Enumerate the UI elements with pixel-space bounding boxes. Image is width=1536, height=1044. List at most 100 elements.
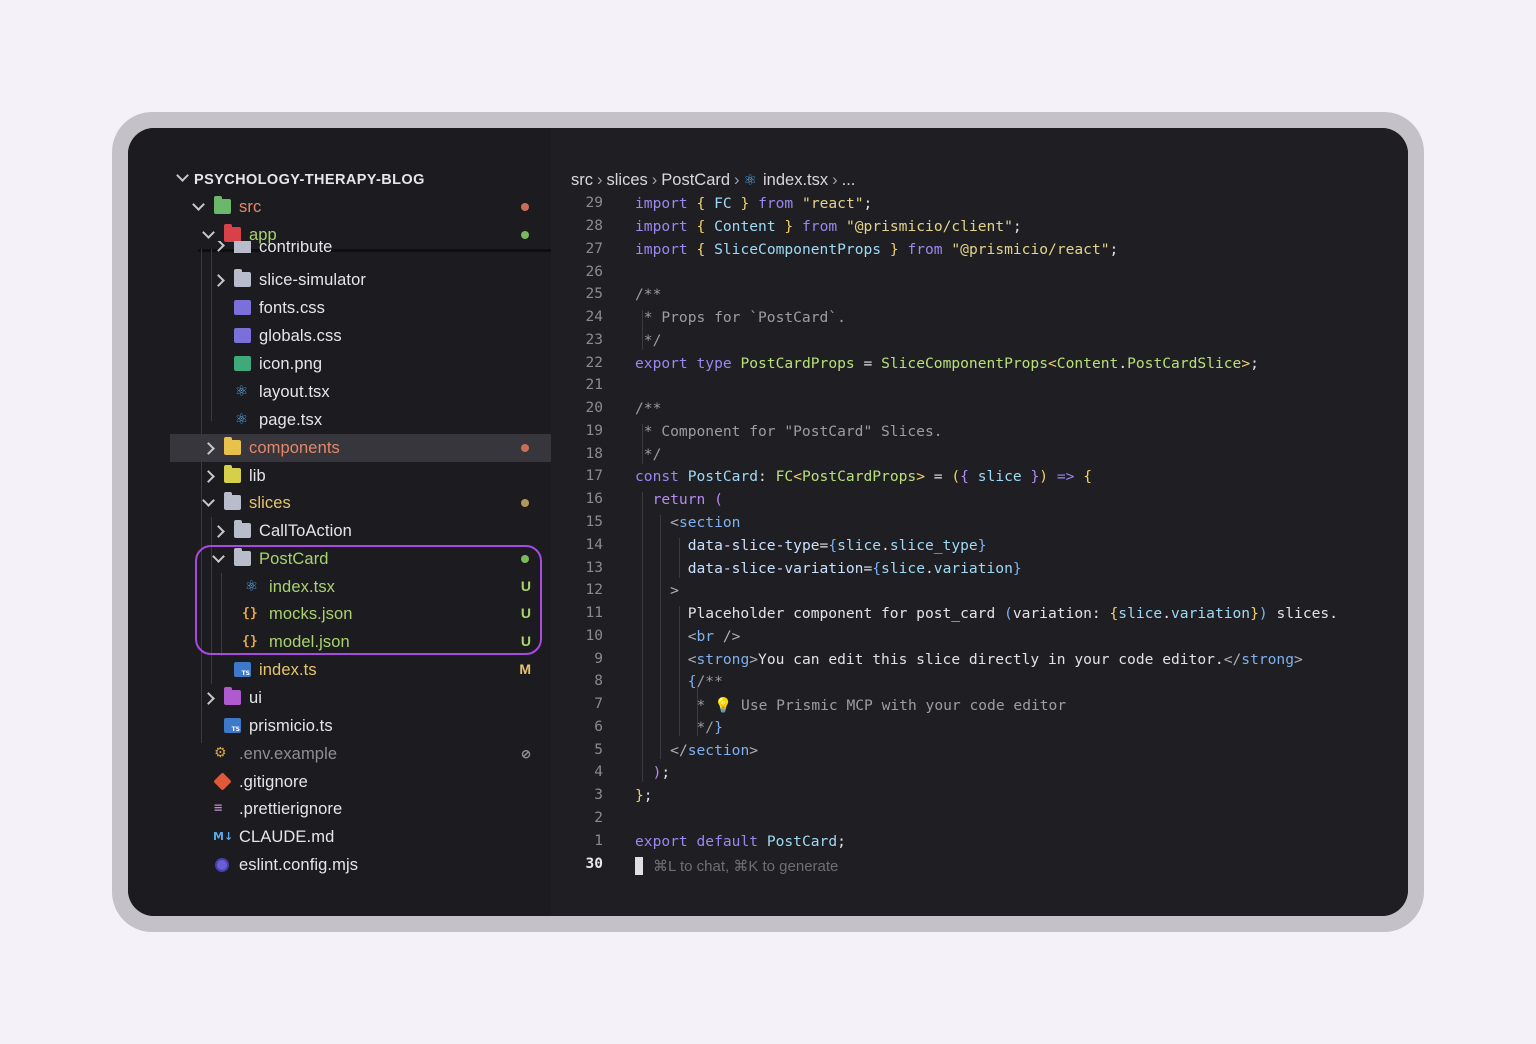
line-number: 8 bbox=[594, 673, 603, 689]
chevron-down-icon[interactable] bbox=[202, 494, 215, 507]
typescript-file-icon bbox=[234, 662, 251, 677]
tree-item-gitignore[interactable]: .gitignore bbox=[128, 768, 551, 796]
chevron-right-icon: › bbox=[734, 171, 740, 189]
chevron-right-icon[interactable] bbox=[202, 442, 215, 455]
chevron-down-icon[interactable] bbox=[176, 169, 189, 182]
code-line: export type PostCardProps = SliceCompone… bbox=[635, 355, 1259, 372]
code-line: data-slice-variation={slice.variation} bbox=[687, 560, 1022, 577]
tree-item-prettierignore[interactable]: ≡ .prettierignore bbox=[128, 795, 551, 823]
code-line: */ bbox=[635, 332, 662, 349]
tree-item-label: prismicio.ts bbox=[249, 717, 333, 735]
code-line: > bbox=[670, 582, 679, 599]
tree-item-label: ui bbox=[249, 689, 263, 707]
line-number: 4 bbox=[594, 764, 603, 780]
css-file-icon bbox=[234, 300, 251, 315]
tree-item-icon-png[interactable]: icon.png bbox=[128, 350, 551, 378]
tree-item-prismicio-ts[interactable]: prismicio.ts bbox=[128, 712, 551, 740]
code-line: import { FC } from "react"; bbox=[635, 195, 873, 212]
tree-item-env-example[interactable]: ⚙ .env.example ⊘ bbox=[128, 740, 551, 768]
current-line-number: 30 bbox=[585, 856, 603, 872]
chevron-right-icon[interactable] bbox=[202, 692, 215, 705]
code-line: * Props for `PostCard`. bbox=[635, 309, 846, 326]
line-number: 13 bbox=[585, 560, 603, 576]
tree-item-lib[interactable]: lib bbox=[128, 462, 551, 490]
folder-src-icon bbox=[214, 196, 231, 214]
tree-item-index-ts[interactable]: index.ts M bbox=[128, 656, 551, 684]
line-number: 10 bbox=[585, 628, 603, 644]
tree-item-components[interactable]: components bbox=[170, 434, 551, 462]
breadcrumb-item[interactable]: index.tsx bbox=[763, 171, 828, 189]
code-line: Placeholder component for post_card (var… bbox=[635, 605, 1338, 622]
code-line: import { SliceComponentProps } from "@pr… bbox=[635, 241, 1119, 258]
project-title[interactable]: PSYCHOLOGY-THERAPY-BLOG bbox=[194, 172, 425, 188]
chevron-right-icon[interactable] bbox=[212, 241, 225, 252]
tree-item-label: layout.tsx bbox=[259, 383, 330, 401]
breadcrumb-item[interactable]: PostCard bbox=[661, 171, 730, 189]
tree-item-slices[interactable]: slices bbox=[128, 489, 551, 517]
text-cursor bbox=[635, 857, 643, 875]
typescript-file-icon bbox=[224, 718, 241, 733]
react-file-icon: ⚛ bbox=[743, 171, 757, 189]
react-file-icon: ⚛ bbox=[234, 382, 249, 400]
breadcrumb-item[interactable]: src bbox=[571, 171, 593, 189]
tree-item-label: globals.css bbox=[259, 327, 342, 345]
tree-item-label: eslint.config.mjs bbox=[239, 856, 359, 874]
line-number: 24 bbox=[585, 309, 603, 325]
chevron-right-icon[interactable] bbox=[212, 525, 225, 538]
folder-icon bbox=[234, 269, 251, 287]
code-line: /** bbox=[635, 286, 662, 303]
chevron-right-icon: › bbox=[832, 171, 838, 189]
breadcrumb-item[interactable]: ... bbox=[842, 171, 856, 189]
tree-item-src[interactable]: src bbox=[128, 193, 551, 221]
folder-ui-icon bbox=[224, 687, 241, 705]
tree-item-ui[interactable]: ui bbox=[128, 684, 551, 712]
chevron-right-icon: › bbox=[651, 171, 658, 189]
tree-item-label: index.ts bbox=[259, 661, 317, 679]
tree-item-contribute[interactable]: contribute bbox=[128, 241, 551, 253]
code-line: }; bbox=[635, 787, 653, 804]
line-number: 22 bbox=[585, 355, 603, 371]
line-number: 20 bbox=[585, 400, 603, 416]
line-number: 2 bbox=[594, 810, 603, 826]
tree-item-fonts-css[interactable]: fonts.css bbox=[128, 294, 551, 322]
git-status-badge: M bbox=[519, 661, 531, 677]
tree-item-label: .gitignore bbox=[239, 773, 308, 791]
code-line: import { Content } from "@prismicio/clie… bbox=[635, 218, 1022, 235]
line-number: 1 bbox=[594, 833, 603, 849]
markdown-icon: M↓ bbox=[213, 830, 234, 843]
status-dot bbox=[521, 499, 529, 507]
tree-item-page-tsx[interactable]: ⚛ page.tsx bbox=[128, 406, 551, 434]
tree-item-slice-simulator[interactable]: slice-simulator bbox=[128, 266, 551, 294]
line-number: 7 bbox=[594, 696, 603, 712]
git-icon bbox=[213, 772, 232, 791]
indent-guide bbox=[679, 606, 680, 736]
tree-item-label: slices bbox=[249, 494, 291, 512]
chevron-down-icon[interactable] bbox=[202, 226, 215, 239]
folder-lib-icon bbox=[224, 465, 241, 483]
code-line: data-slice-type={slice.slice_type} bbox=[687, 537, 987, 554]
chevron-right-icon[interactable] bbox=[212, 274, 225, 287]
chevron-down-icon[interactable] bbox=[192, 198, 205, 211]
chevron-right-icon: › bbox=[597, 171, 603, 189]
tree-item-globals-css[interactable]: globals.css bbox=[128, 322, 551, 350]
tree-item-calltoaction[interactable]: CallToAction bbox=[128, 517, 551, 545]
tree-item-label: contribute bbox=[259, 241, 333, 253]
code-line: * Component for "PostCard" Slices. bbox=[635, 423, 943, 440]
tree-item-label: page.tsx bbox=[259, 411, 323, 429]
tree-item-claude-md[interactable]: M↓ CLAUDE.md bbox=[128, 823, 551, 851]
folder-components-icon bbox=[224, 437, 241, 455]
line-number: 27 bbox=[585, 241, 603, 257]
folder-app-icon bbox=[224, 224, 241, 242]
code-line: const PostCard: FC<PostCardProps> = ({ s… bbox=[635, 468, 1093, 485]
chevron-right-icon[interactable] bbox=[202, 470, 215, 483]
status-dot bbox=[521, 203, 529, 211]
line-number: 23 bbox=[585, 332, 603, 348]
code-editor[interactable]: src › slices › PostCard › ⚛ index.tsx ›... 29 28… bbox=[551, 128, 1408, 916]
tree-item-layout-tsx[interactable]: ⚛ layout.tsx bbox=[128, 378, 551, 406]
tree-item-eslint-config[interactable]: eslint.config.mjs bbox=[128, 851, 551, 879]
code-line: export default PostCard; bbox=[635, 833, 846, 850]
breadcrumb-item[interactable]: slices bbox=[607, 171, 648, 189]
tree-item-label: .env.example bbox=[239, 745, 338, 763]
ignored-badge: ⊘ bbox=[520, 747, 531, 761]
tree-item-label: .prettierignore bbox=[239, 800, 343, 818]
